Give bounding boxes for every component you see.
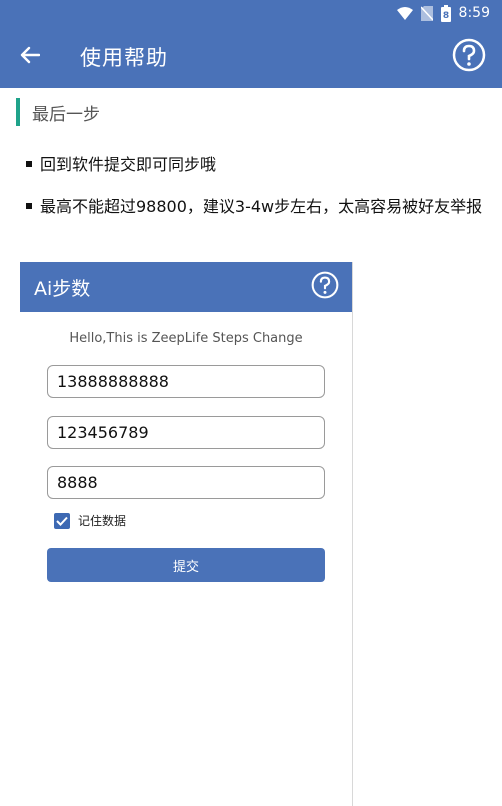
bullet-dot (26, 161, 32, 167)
section-heading: 最后一步 (16, 98, 100, 126)
embedded-app-screenshot: Ai步数 Hello,This is ZeepLife Steps Change… (20, 262, 353, 806)
help-button[interactable] (452, 38, 486, 76)
page-title: 使用帮助 (80, 46, 168, 70)
embedded-subtitle: Hello,This is ZeepLife Steps Change (69, 331, 303, 346)
bullet-item: 最高不能超过98800，建议3-4w步左右，太高容易被好友举报 (20, 192, 486, 221)
bullet-dot (26, 203, 32, 209)
arrow-left-icon (20, 46, 41, 68)
app-bar: 使用帮助 (0, 26, 502, 88)
battery-icon: 8 (440, 4, 451, 22)
password-input[interactable]: 123456789 (47, 416, 325, 449)
no-sim-icon (420, 5, 433, 21)
status-time: 8:59 (458, 5, 490, 21)
back-button[interactable] (0, 26, 60, 88)
embedded-app-title: Ai步数 (34, 277, 91, 300)
steps-input[interactable]: 8888 (47, 466, 325, 499)
status-bar: 8 8:59 (0, 0, 502, 26)
question-circle-icon (452, 38, 486, 76)
bullet-text: 回到软件提交即可同步哦 (40, 155, 217, 174)
embedded-help-button[interactable] (310, 271, 340, 304)
checkbox-checked-icon[interactable] (54, 512, 70, 529)
question-circle-icon (311, 271, 339, 304)
battery-level: 8 (442, 11, 448, 21)
submit-button[interactable]: 提交 (47, 548, 325, 582)
bullet-item: 回到软件提交即可同步哦 (20, 150, 486, 179)
remember-data-toggle[interactable]: 记住数据 (54, 512, 126, 529)
bullet-text: 最高不能超过98800，建议3-4w步左右，太高容易被好友举报 (40, 197, 483, 216)
embedded-app-bar: Ai步数 (20, 262, 352, 312)
wifi-icon (396, 6, 413, 20)
remember-label: 记住数据 (78, 514, 127, 528)
account-input[interactable]: 13888888888 (47, 365, 325, 398)
